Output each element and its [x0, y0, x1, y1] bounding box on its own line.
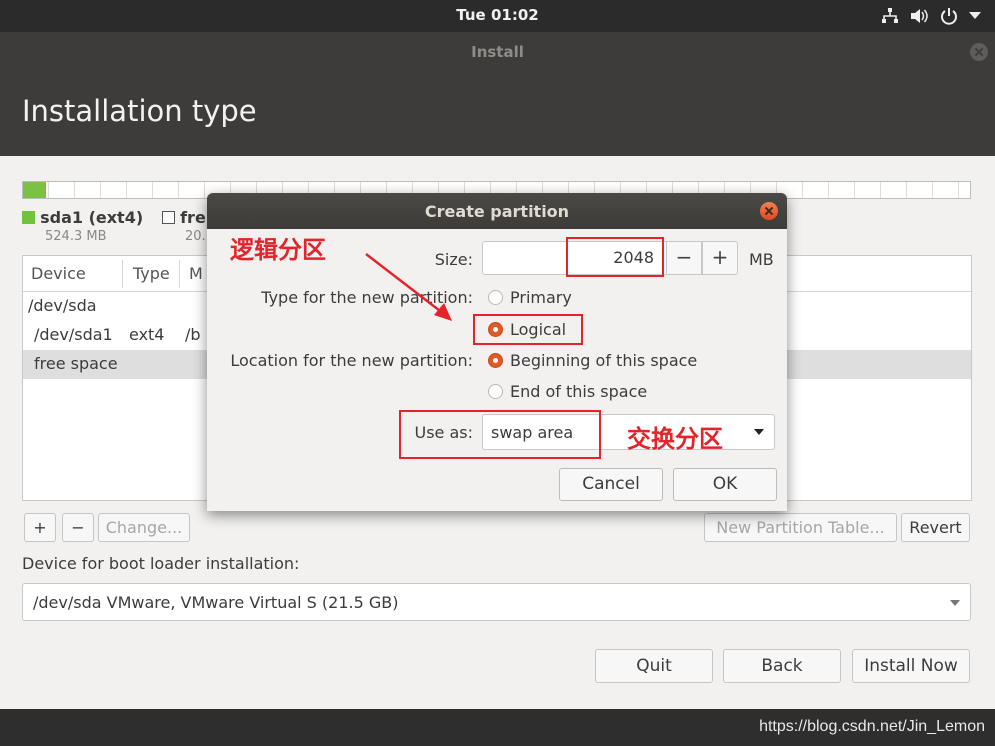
volume-icon[interactable]	[909, 7, 929, 25]
window-close-icon[interactable]	[970, 43, 988, 61]
radio-label: End of this space	[510, 382, 648, 401]
legend-size: 524.3 MB	[45, 229, 107, 244]
chevron-down-icon	[950, 600, 960, 606]
legend-free: fre 20.	[162, 208, 206, 244]
boot-loader-select[interactable]: /dev/sda VMware, VMware Virtual S (21.5 …	[22, 583, 971, 621]
column-separator	[122, 260, 123, 288]
annotation-swap: 交换分区	[627, 425, 723, 453]
quit-button[interactable]: Quit	[595, 649, 713, 683]
install-now-button[interactable]: Install Now	[852, 649, 970, 683]
clock[interactable]: Tue 01:02	[0, 6, 995, 24]
annotation-box-size	[566, 237, 664, 277]
row-device: free space	[34, 354, 118, 373]
row-mount: /b	[185, 325, 201, 344]
radio-beginning[interactable]: Beginning of this space	[488, 351, 697, 370]
remove-partition-button[interactable]: −	[62, 513, 94, 542]
dialog-titlebar: Create partition	[207, 193, 787, 229]
cancel-button[interactable]: Cancel	[559, 468, 663, 501]
legend-size: 20.	[185, 229, 206, 244]
annotation-logical: 逻辑分区	[230, 236, 326, 264]
radio-label: Primary	[510, 288, 572, 307]
column-separator	[179, 260, 180, 288]
top-panel: Tue 01:02	[0, 0, 995, 32]
legend-label: fre	[180, 208, 206, 227]
system-tray	[881, 4, 981, 28]
chevron-down-icon[interactable]	[969, 12, 981, 20]
size-decrement-button[interactable]: −	[666, 241, 702, 275]
radio-on-icon	[488, 353, 503, 368]
legend-swatch-empty	[162, 211, 175, 224]
location-label: Location for the new partition:	[230, 351, 473, 370]
boot-loader-value: /dev/sda VMware, VMware Virtual S (21.5 …	[33, 593, 399, 612]
radio-label: Beginning of this space	[510, 351, 698, 370]
column-device[interactable]: Device	[31, 264, 86, 283]
bottom-bar: https://blog.csdn.net/Jin_Lemon	[0, 709, 995, 746]
new-partition-table-button[interactable]: New Partition Table...	[704, 513, 897, 542]
network-icon[interactable]	[881, 7, 899, 25]
row-type: ext4	[129, 325, 165, 344]
window-title: Install	[471, 43, 524, 61]
legend-sda1: sda1 (ext4) 524.3 MB	[22, 208, 143, 244]
boot-loader-label: Device for boot loader installation:	[22, 554, 300, 573]
row-device: /dev/sda	[28, 296, 97, 315]
ok-button[interactable]: OK	[673, 468, 777, 501]
page-title: Installation type	[22, 94, 257, 128]
radio-off-icon	[488, 384, 503, 399]
annotation-box-logical	[473, 314, 583, 345]
radio-end[interactable]: End of this space	[488, 382, 647, 401]
dialog-title: Create partition	[424, 202, 570, 221]
partition-used-segment	[23, 182, 46, 198]
chevron-down-icon	[754, 429, 764, 435]
legend-swatch-green	[22, 211, 35, 224]
window-header: Install Installation type	[0, 32, 995, 156]
annotation-box-useas	[399, 410, 601, 459]
power-icon[interactable]	[939, 6, 959, 26]
back-button[interactable]: Back	[723, 649, 841, 683]
row-device: /dev/sda1	[34, 325, 113, 344]
legend-label: sda1 (ext4)	[40, 208, 144, 227]
column-type[interactable]: Type	[133, 264, 170, 283]
size-unit: MB	[749, 250, 774, 269]
annotation-arrow-icon	[365, 253, 452, 321]
revert-button[interactable]: Revert	[901, 513, 970, 542]
add-partition-button[interactable]: +	[24, 513, 56, 542]
change-partition-button[interactable]: Change...	[98, 513, 190, 542]
watermark: https://blog.csdn.net/Jin_Lemon	[759, 718, 985, 735]
radio-primary[interactable]: Primary	[488, 288, 572, 307]
size-increment-button[interactable]: +	[702, 241, 738, 275]
dialog-close-icon[interactable]	[760, 202, 778, 220]
column-mount[interactable]: M	[189, 264, 203, 283]
radio-off-icon	[488, 290, 503, 305]
